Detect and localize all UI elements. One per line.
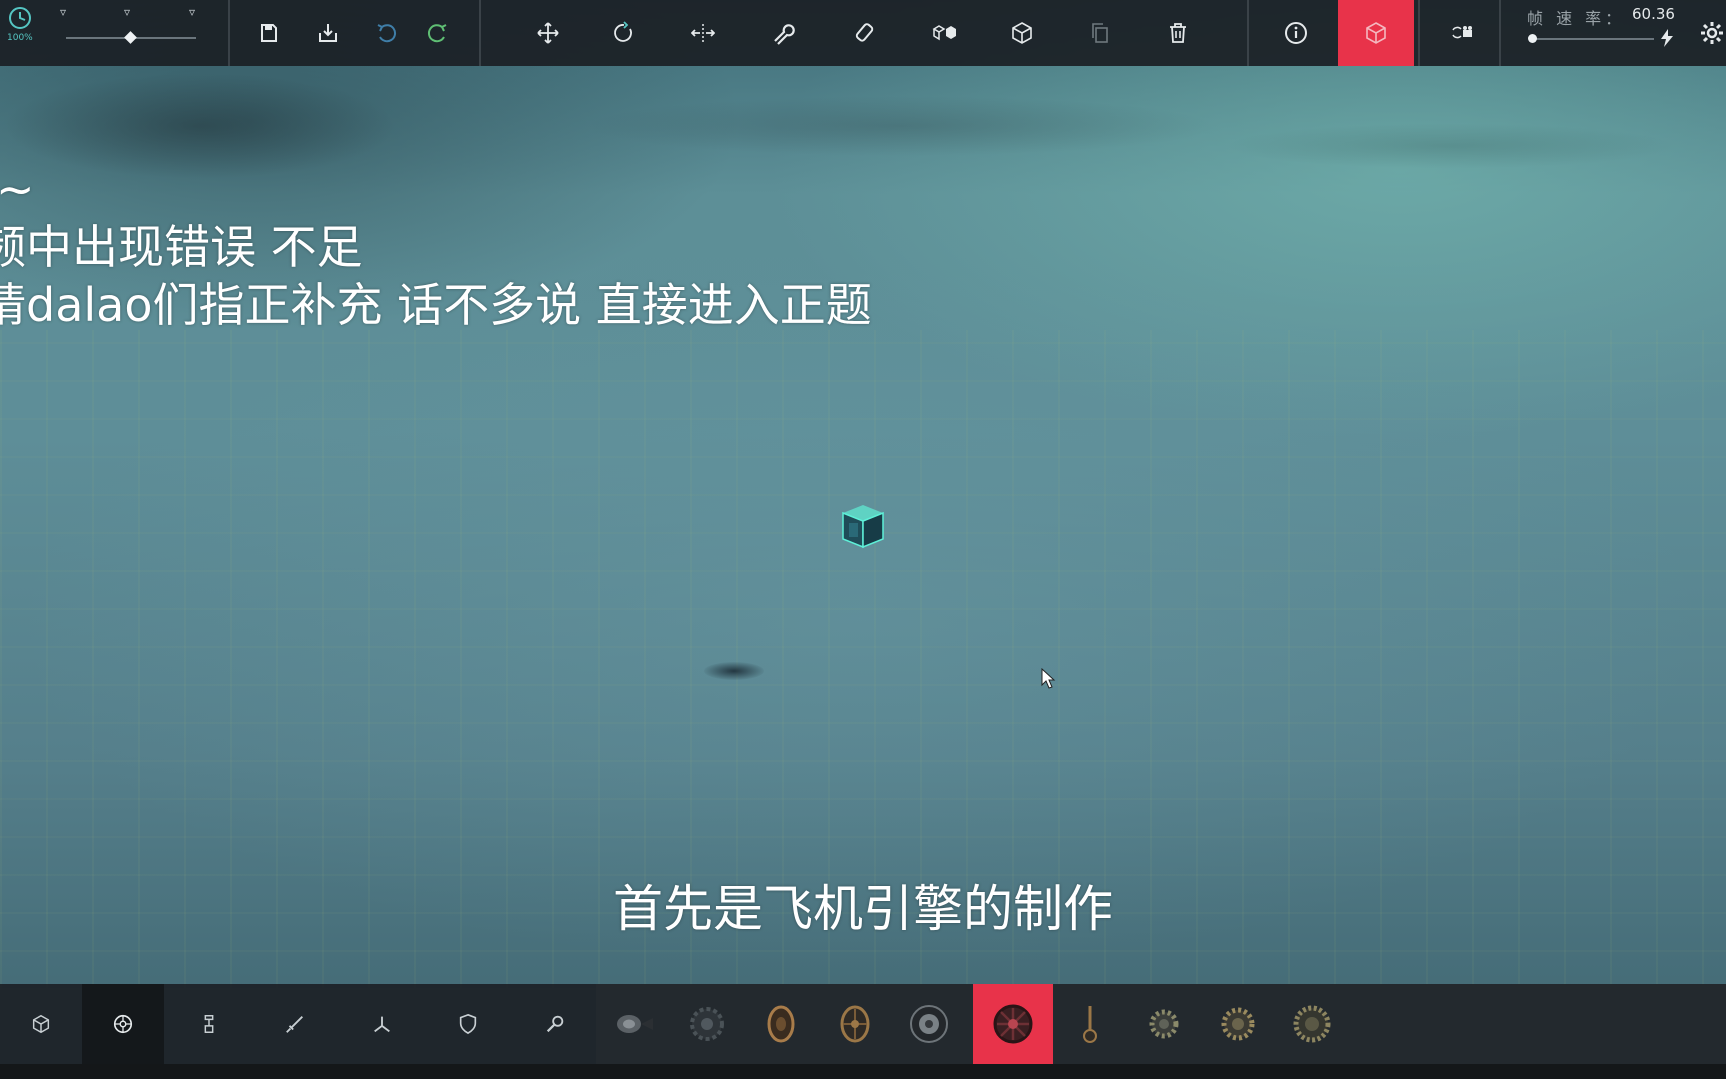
redo-button[interactable] [410,0,466,66]
part-large-cog[interactable] [1275,984,1349,1064]
part-motor-wheel[interactable] [596,984,670,1064]
undo-button[interactable] [358,0,414,66]
settings-icon [1701,22,1723,44]
mouse-cursor-icon [1041,668,1056,689]
time-slider-knob[interactable] [124,31,137,44]
mirror-icon [691,24,715,42]
red-wheel-part-icon [993,1004,1033,1044]
part-small-wheel[interactable] [818,984,892,1064]
save-icon [261,24,277,42]
category-wheels-button[interactable] [82,984,164,1064]
mechanical-category-icon [204,1015,214,1033]
rotate-tool-button[interactable] [596,0,652,66]
dropdown-triangle-icon[interactable]: ▿ [124,5,130,19]
toolbar-divider [1499,0,1501,66]
small-wheel-part-icon [840,1005,870,1043]
info-button[interactable] [1268,0,1324,66]
dropdown-triangle-icon[interactable]: ▿ [60,5,66,19]
part-crank[interactable] [1053,984,1127,1064]
wooden-wheel-part-icon [767,1005,795,1043]
mirror-tool-button[interactable] [675,0,731,66]
dropdown-triangle-icon[interactable]: ▿ [189,5,195,19]
fps-slider-track[interactable] [1532,38,1654,40]
blocks-icon [932,25,956,41]
wireframe-tool-button[interactable] [994,0,1050,66]
video-caption: 首先是飞机引擎的制作 [613,880,1113,938]
category-weapons-button[interactable] [254,984,336,1064]
starting-block-cube[interactable] [840,503,886,549]
large-cog-part-icon [1293,1005,1331,1043]
eraser-icon [855,23,874,42]
lightning-icon [1661,29,1673,47]
part-tire-wheel[interactable] [892,984,966,1064]
redo-icon [427,24,447,43]
undo-icon [377,24,397,43]
subtitle-line: 请dalao们指正补充 话不多说 直接进入正题 [0,278,872,332]
medium-cog-part-icon [1221,1007,1255,1041]
build-mode-icon [1366,22,1386,44]
top-toolbar: 100% ▿ ▿ ▿ 帧 速 率： 60.36 [0,0,1726,66]
toolbar-divider [479,0,481,66]
eraser-tool-button[interactable] [838,0,894,66]
delete-button[interactable] [1150,0,1206,66]
wheels-category-icon [113,1014,133,1034]
camera-toggle-button[interactable] [1432,0,1494,66]
parts-palette [596,984,1726,1064]
weapons-category-icon [286,1016,303,1033]
part-red-wheel[interactable] [973,984,1053,1064]
large-gear-part-icon [690,1007,724,1041]
part-medium-cog[interactable] [1201,984,1275,1064]
settings-button[interactable] [1694,0,1726,66]
bottom-toolbar [0,984,1726,1064]
wrench-icon [774,24,795,45]
copy-tool-button[interactable] [1072,0,1128,66]
box-icon [1012,22,1032,44]
load-icon [319,24,337,42]
fps-label: 帧 速 率： [1527,9,1626,28]
toolbar-divider [1418,0,1420,66]
modify-tool-button[interactable] [755,0,811,66]
translate-icon [537,22,559,44]
category-mechanical-button[interactable] [168,984,250,1064]
part-large-gear[interactable] [670,984,744,1064]
toolbar-divider [1247,0,1249,66]
tire-wheel-part-icon [910,1005,948,1043]
translate-tool-button[interactable] [520,0,576,66]
rotate-icon [614,21,632,42]
armor-category-icon [459,1013,477,1035]
aero-category-icon [374,1016,390,1033]
part-small-cog[interactable] [1127,984,1201,1064]
info-icon [1285,22,1307,44]
clock-icon[interactable] [6,4,34,32]
fps-slider-knob[interactable] [1528,34,1537,43]
build-mode-button[interactable] [1338,0,1414,66]
toolbar-divider [228,0,230,66]
camera-icon [1452,26,1472,39]
category-aero-button[interactable] [341,984,423,1064]
copy-icon [1092,23,1108,43]
subtitle-line: 频中出现错误 不足 [0,220,363,274]
utility-category-icon [546,1015,564,1033]
fps-value: 60.36 [1632,5,1675,23]
subtitle-line: 吧~ [0,162,35,216]
category-armor-button[interactable] [427,984,509,1064]
crank-part-icon [1083,1006,1097,1043]
save-button[interactable] [241,0,297,66]
small-cog-part-icon [1149,1009,1179,1039]
blocks-category-icon [32,1014,50,1034]
block-tool-button[interactable] [916,0,972,66]
block-shadow [704,662,764,680]
category-utility-button[interactable] [514,984,596,1064]
subtitle-overlay: 吧~ 频中出现错误 不足 请dalao们指正补充 话不多说 直接进入正题 [0,160,872,334]
bottom-edge-strip [0,1064,1726,1079]
time-scale-value: 100% [7,33,33,43]
motor-wheel-part-icon [617,1015,653,1033]
category-blocks-button[interactable] [0,984,82,1064]
trash-icon [1170,23,1186,43]
load-button[interactable] [300,0,356,66]
part-wooden-wheel[interactable] [744,984,818,1064]
